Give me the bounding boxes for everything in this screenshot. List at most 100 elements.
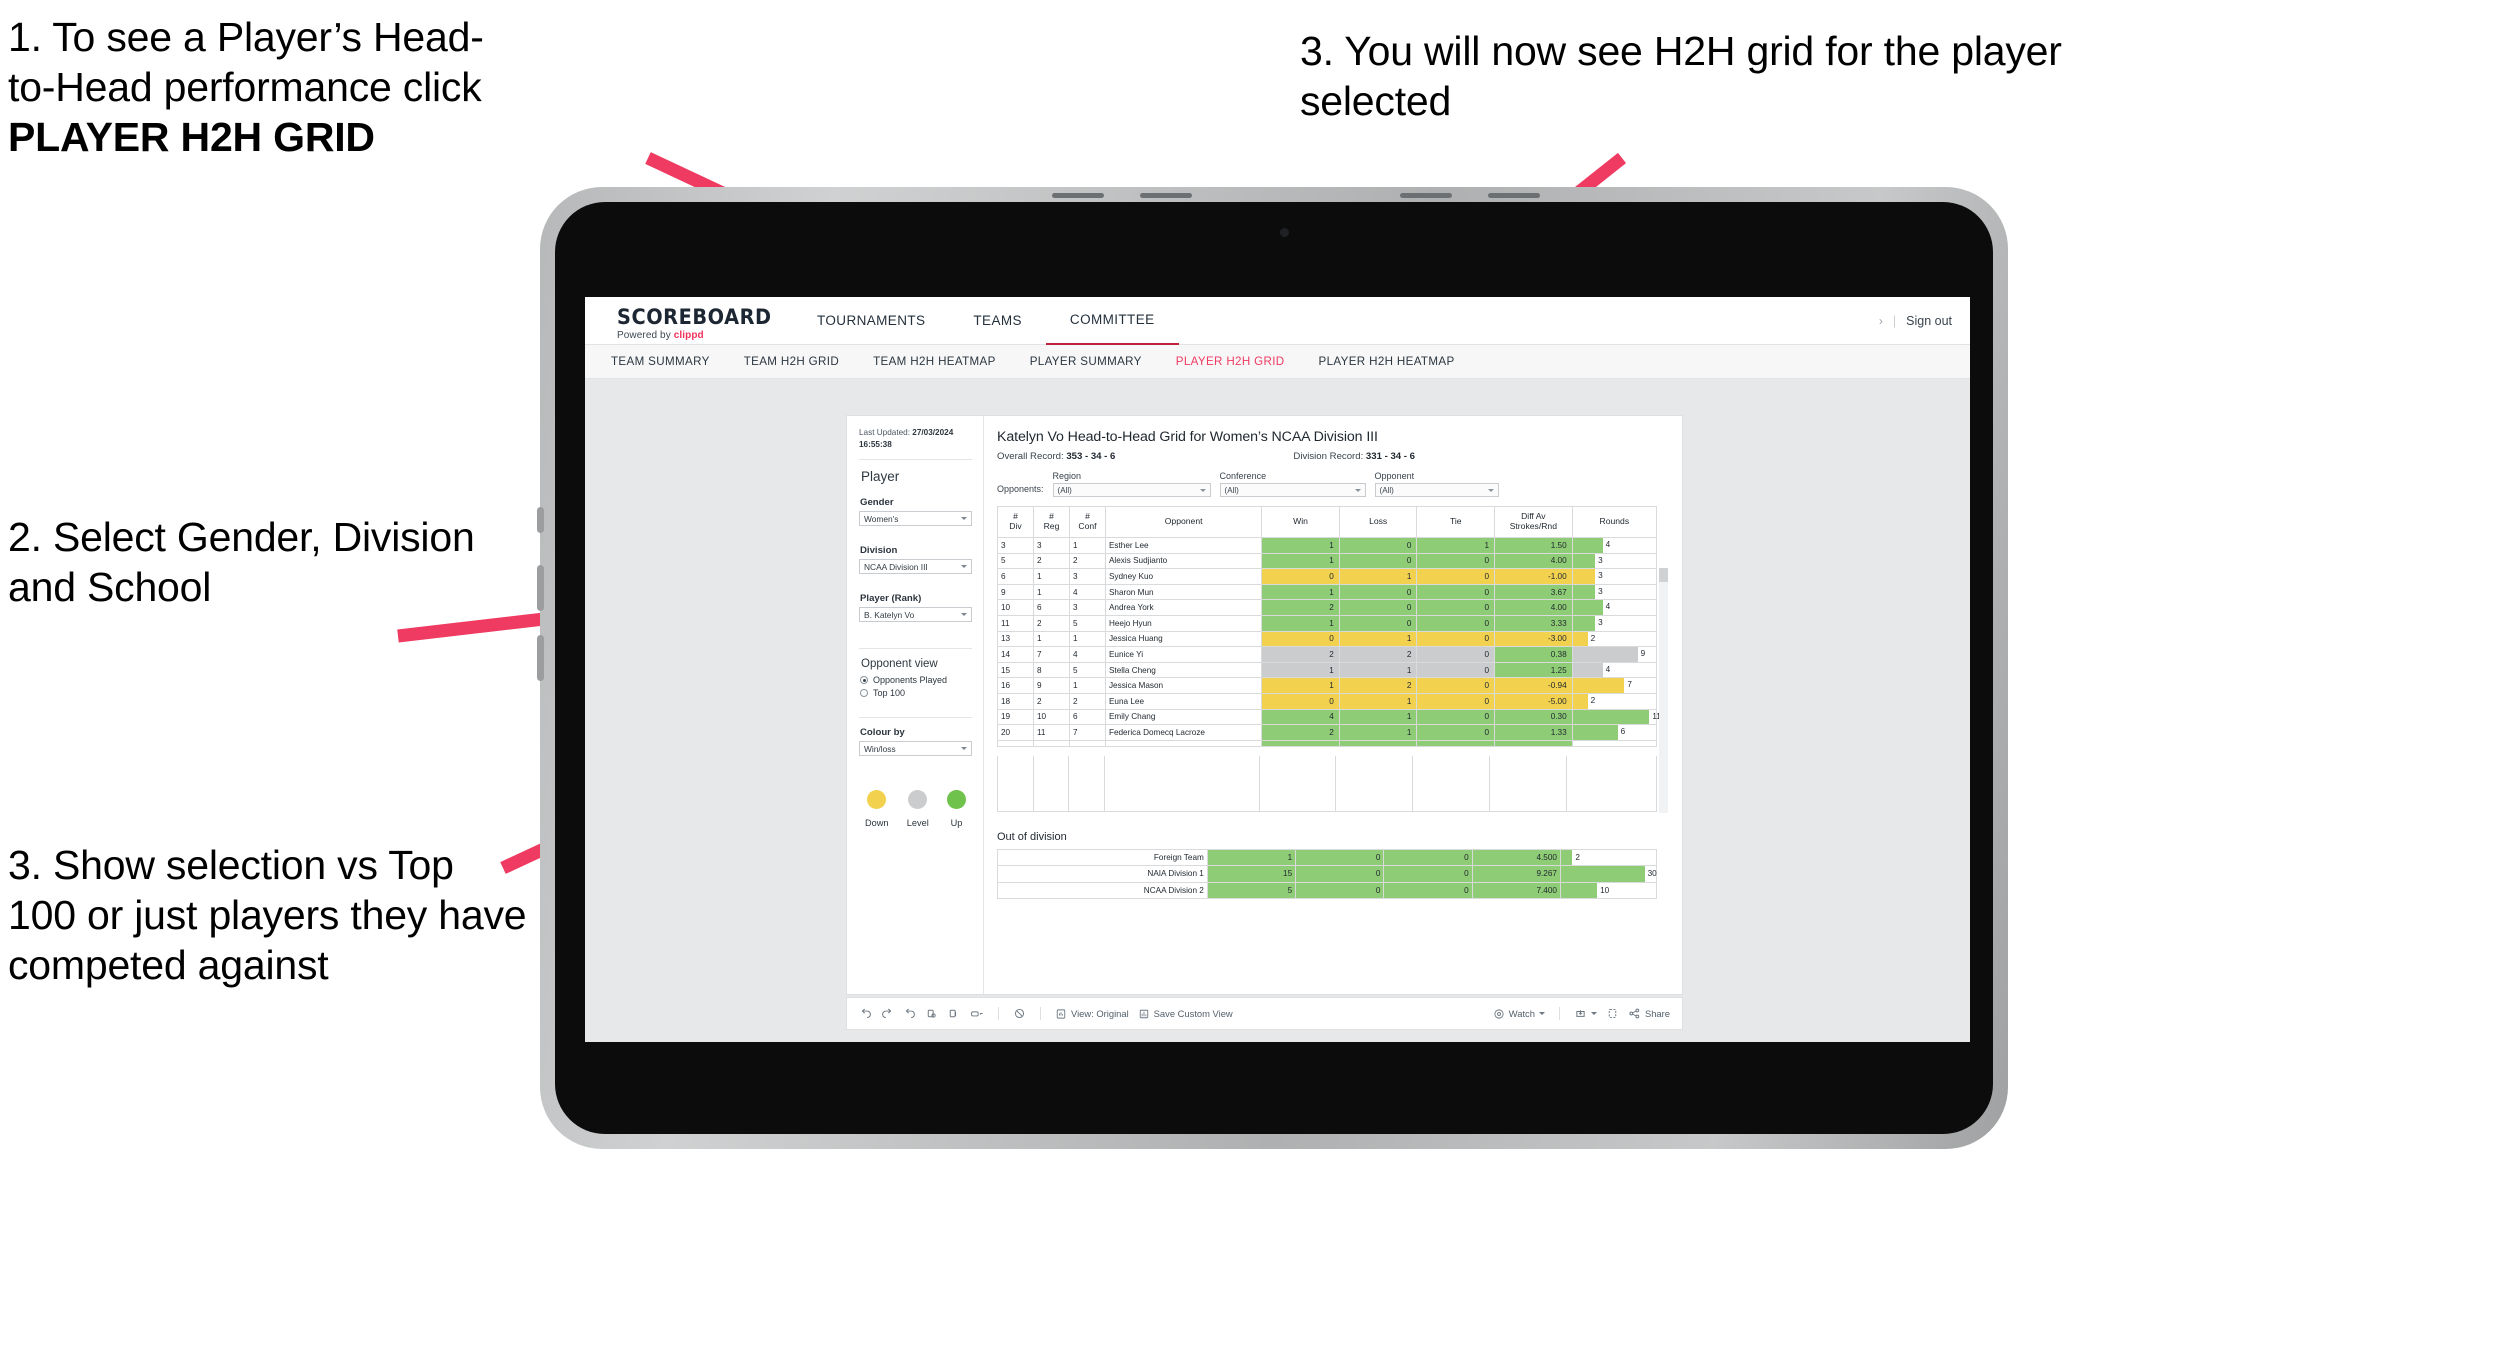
sign-out-link[interactable]: Sign out: [1906, 314, 1952, 328]
table-row[interactable]: 6 1 3 Sydney Kuo 0 1 0 -1.00 3: [997, 568, 1658, 585]
cell-loss: 0: [1338, 552, 1418, 570]
opponents-label: Opponents:: [997, 484, 1044, 494]
subnav-player-summary[interactable]: PLAYER SUMMARY: [1030, 355, 1142, 368]
undo-icon[interactable]: [859, 1007, 872, 1020]
legend-swatch-up: [947, 790, 966, 810]
subnav-team-h2h-heatmap[interactable]: TEAM H2H HEATMAP: [873, 355, 996, 368]
legend-label-up: Up: [950, 818, 963, 829]
subnav-team-summary[interactable]: TEAM SUMMARY: [611, 355, 710, 368]
table-row[interactable]: 3 3 1 Esther Lee 1 0 1 1.50 4: [997, 537, 1658, 554]
cell-rounds: 3: [1571, 552, 1658, 570]
subnav-player-h2h-heatmap[interactable]: PLAYER H2H HEATMAP: [1319, 355, 1455, 368]
pause-icon[interactable]: [947, 1007, 960, 1020]
player-rank-select[interactable]: B. Katelyn Vo: [859, 607, 972, 623]
subnav-player-h2h-grid[interactable]: PLAYER H2H GRID: [1176, 355, 1285, 368]
table-row[interactable]: 20 11 7 Federica Domecq Lacroze 2 1 0 1.33 6: [997, 724, 1658, 741]
brand-logo[interactable]: SCOREBOARD Powered by clippd: [617, 305, 785, 341]
cell-div: 10: [997, 599, 1034, 616]
refresh-icon[interactable]: [925, 1007, 938, 1020]
share-label: Share: [1644, 1008, 1670, 1019]
revert-icon[interactable]: [903, 1007, 916, 1020]
table-row[interactable]: 19 10 6 Emily Chang 4 1 0 0.30 11: [997, 708, 1661, 726]
cell-rounds: 2: [1571, 692, 1658, 710]
clear-sheet-icon[interactable]: [1013, 1007, 1026, 1020]
cell-opponent: Sydney Kuo: [1104, 568, 1263, 585]
out-of-division-row[interactable]: NAIA Division 1 15 0 0 9.267 30: [997, 865, 1658, 883]
volume-button[interactable]: [537, 507, 544, 533]
chevron-down-icon: [1199, 489, 1206, 492]
save-custom-view-button[interactable]: Save Custom View: [1138, 1008, 1233, 1020]
out-of-division-row[interactable]: NCAA Division 2 5 0 0 7.400 10: [997, 881, 1658, 900]
volume-up-button[interactable]: [537, 565, 544, 611]
table-scrollbar-track[interactable]: [1659, 568, 1668, 813]
download-button[interactable]: [1574, 1007, 1597, 1020]
annotation-step-3-right: 3. You will now see H2H grid for the pla…: [1300, 28, 2062, 125]
redo-icon[interactable]: [881, 1007, 894, 1020]
legend-label-level: Level: [906, 818, 929, 829]
cell-win: 1: [1261, 583, 1340, 601]
cell-win: 0: [1261, 568, 1340, 585]
cell-win: 2: [1261, 724, 1340, 741]
table-row[interactable]: 9 1 4 Sharon Mun 1 0 0 3.67 3: [997, 583, 1658, 601]
cell-conf: 1: [1068, 537, 1106, 554]
filter-region: Region (All): [1052, 471, 1211, 497]
cell-win: 1: [1261, 552, 1340, 570]
cell-tie: 0: [1416, 614, 1496, 632]
device-preview-icon[interactable]: [969, 1007, 984, 1020]
opponent-filters: Opponents: Region (All) Conference (All): [997, 471, 1673, 497]
chevron-down-icon: [961, 517, 967, 521]
cell-diff: -0.94: [1494, 677, 1573, 694]
divider: [998, 1007, 999, 1020]
table-row[interactable]: 13 1 1 Jessica Huang 0 1 0 -3.00 2: [997, 630, 1658, 648]
cell-opponent: Emily Chang: [1104, 708, 1263, 726]
annotation-1-bold: PLAYER H2H GRID: [8, 114, 375, 161]
table-row[interactable]: 16 9 1 Jessica Mason 1 2 0 -0.94 7: [997, 677, 1658, 694]
out-of-division-row[interactable]: Foreign Team 1 0 0 4.500 2: [997, 848, 1658, 867]
divider: [859, 648, 972, 650]
brand-name: SCOREBOARD: [617, 305, 772, 329]
cell-tie: 0: [1416, 568, 1496, 585]
colour-by-select[interactable]: Win/loss: [859, 741, 972, 757]
last-updated-time: 16:55:38: [859, 439, 892, 449]
nav-item-tournaments[interactable]: TOURNAMENTS: [793, 297, 949, 344]
nav-item-teams[interactable]: TEAMS: [949, 297, 1046, 344]
nav-item-committee[interactable]: COMMITTEE: [1045, 297, 1179, 345]
gender-select[interactable]: Women's: [859, 511, 972, 527]
cell-win: 5: [1206, 881, 1297, 900]
cell-div: 9: [997, 583, 1034, 601]
table-row[interactable]: 11 2 5 Heejo Hyun 1 0 0 3.33 3: [997, 614, 1658, 632]
watch-button[interactable]: Watch: [1493, 1008, 1545, 1020]
share-button[interactable]: Share: [1628, 1007, 1670, 1020]
cell-reg: 2: [1032, 692, 1070, 710]
table-row[interactable]: 15 8 5 Stella Cheng 1 1 0 1.25 4: [997, 661, 1658, 679]
fullscreen-button[interactable]: [1606, 1007, 1619, 1020]
cell-win: 2: [1261, 646, 1340, 663]
filter-sidebar: Last Updated: 27/03/2024 16:55:38 Player…: [847, 416, 984, 994]
subnav-team-h2h-grid[interactable]: TEAM H2H GRID: [744, 355, 839, 368]
table-scrollbar-thumb[interactable]: [1659, 568, 1668, 582]
table-row[interactable]: 10 6 3 Andrea York 2 0 0 4.00 4: [997, 599, 1658, 616]
cell-div: 11: [997, 614, 1034, 632]
last-updated-date: 27/03/2024: [912, 428, 954, 437]
filter-region-select[interactable]: (All): [1052, 483, 1211, 497]
table-row[interactable]: 5 2 2 Alexis Sudjianto 1 0 0 4.00 3: [997, 552, 1658, 570]
filter-conference-select[interactable]: (All): [1219, 483, 1366, 497]
table-row[interactable]: 18 2 2 Euna Lee 0 1 0 -5.00 2: [997, 692, 1658, 710]
view-original-button[interactable]: View: Original: [1055, 1008, 1129, 1020]
table-empty-space: [997, 755, 1658, 812]
filter-opponent-select[interactable]: (All): [1374, 483, 1499, 497]
cell-rounds: 4: [1571, 599, 1658, 616]
division-select[interactable]: NCAA Division III: [859, 559, 972, 575]
divider: [1040, 1007, 1041, 1020]
cell-rounds: 9: [1571, 646, 1658, 663]
radio-top-100[interactable]: Top 100: [860, 688, 972, 698]
radio-opponents-played[interactable]: Opponents Played: [860, 675, 972, 685]
divider: [859, 459, 972, 461]
filter-opponent-label: Opponent: [1374, 471, 1415, 481]
volume-down-button[interactable]: [537, 635, 544, 681]
camera-icon: [1280, 228, 1289, 237]
annotation-1-line1: 1. To see a Player’s Head-: [8, 14, 484, 60]
table-row[interactable]: 14 7 4 Eunice Yi 2 2 0 0.38 9: [997, 646, 1658, 663]
cell-div: 19: [997, 708, 1034, 726]
cell-rounds: 3: [1571, 614, 1658, 632]
